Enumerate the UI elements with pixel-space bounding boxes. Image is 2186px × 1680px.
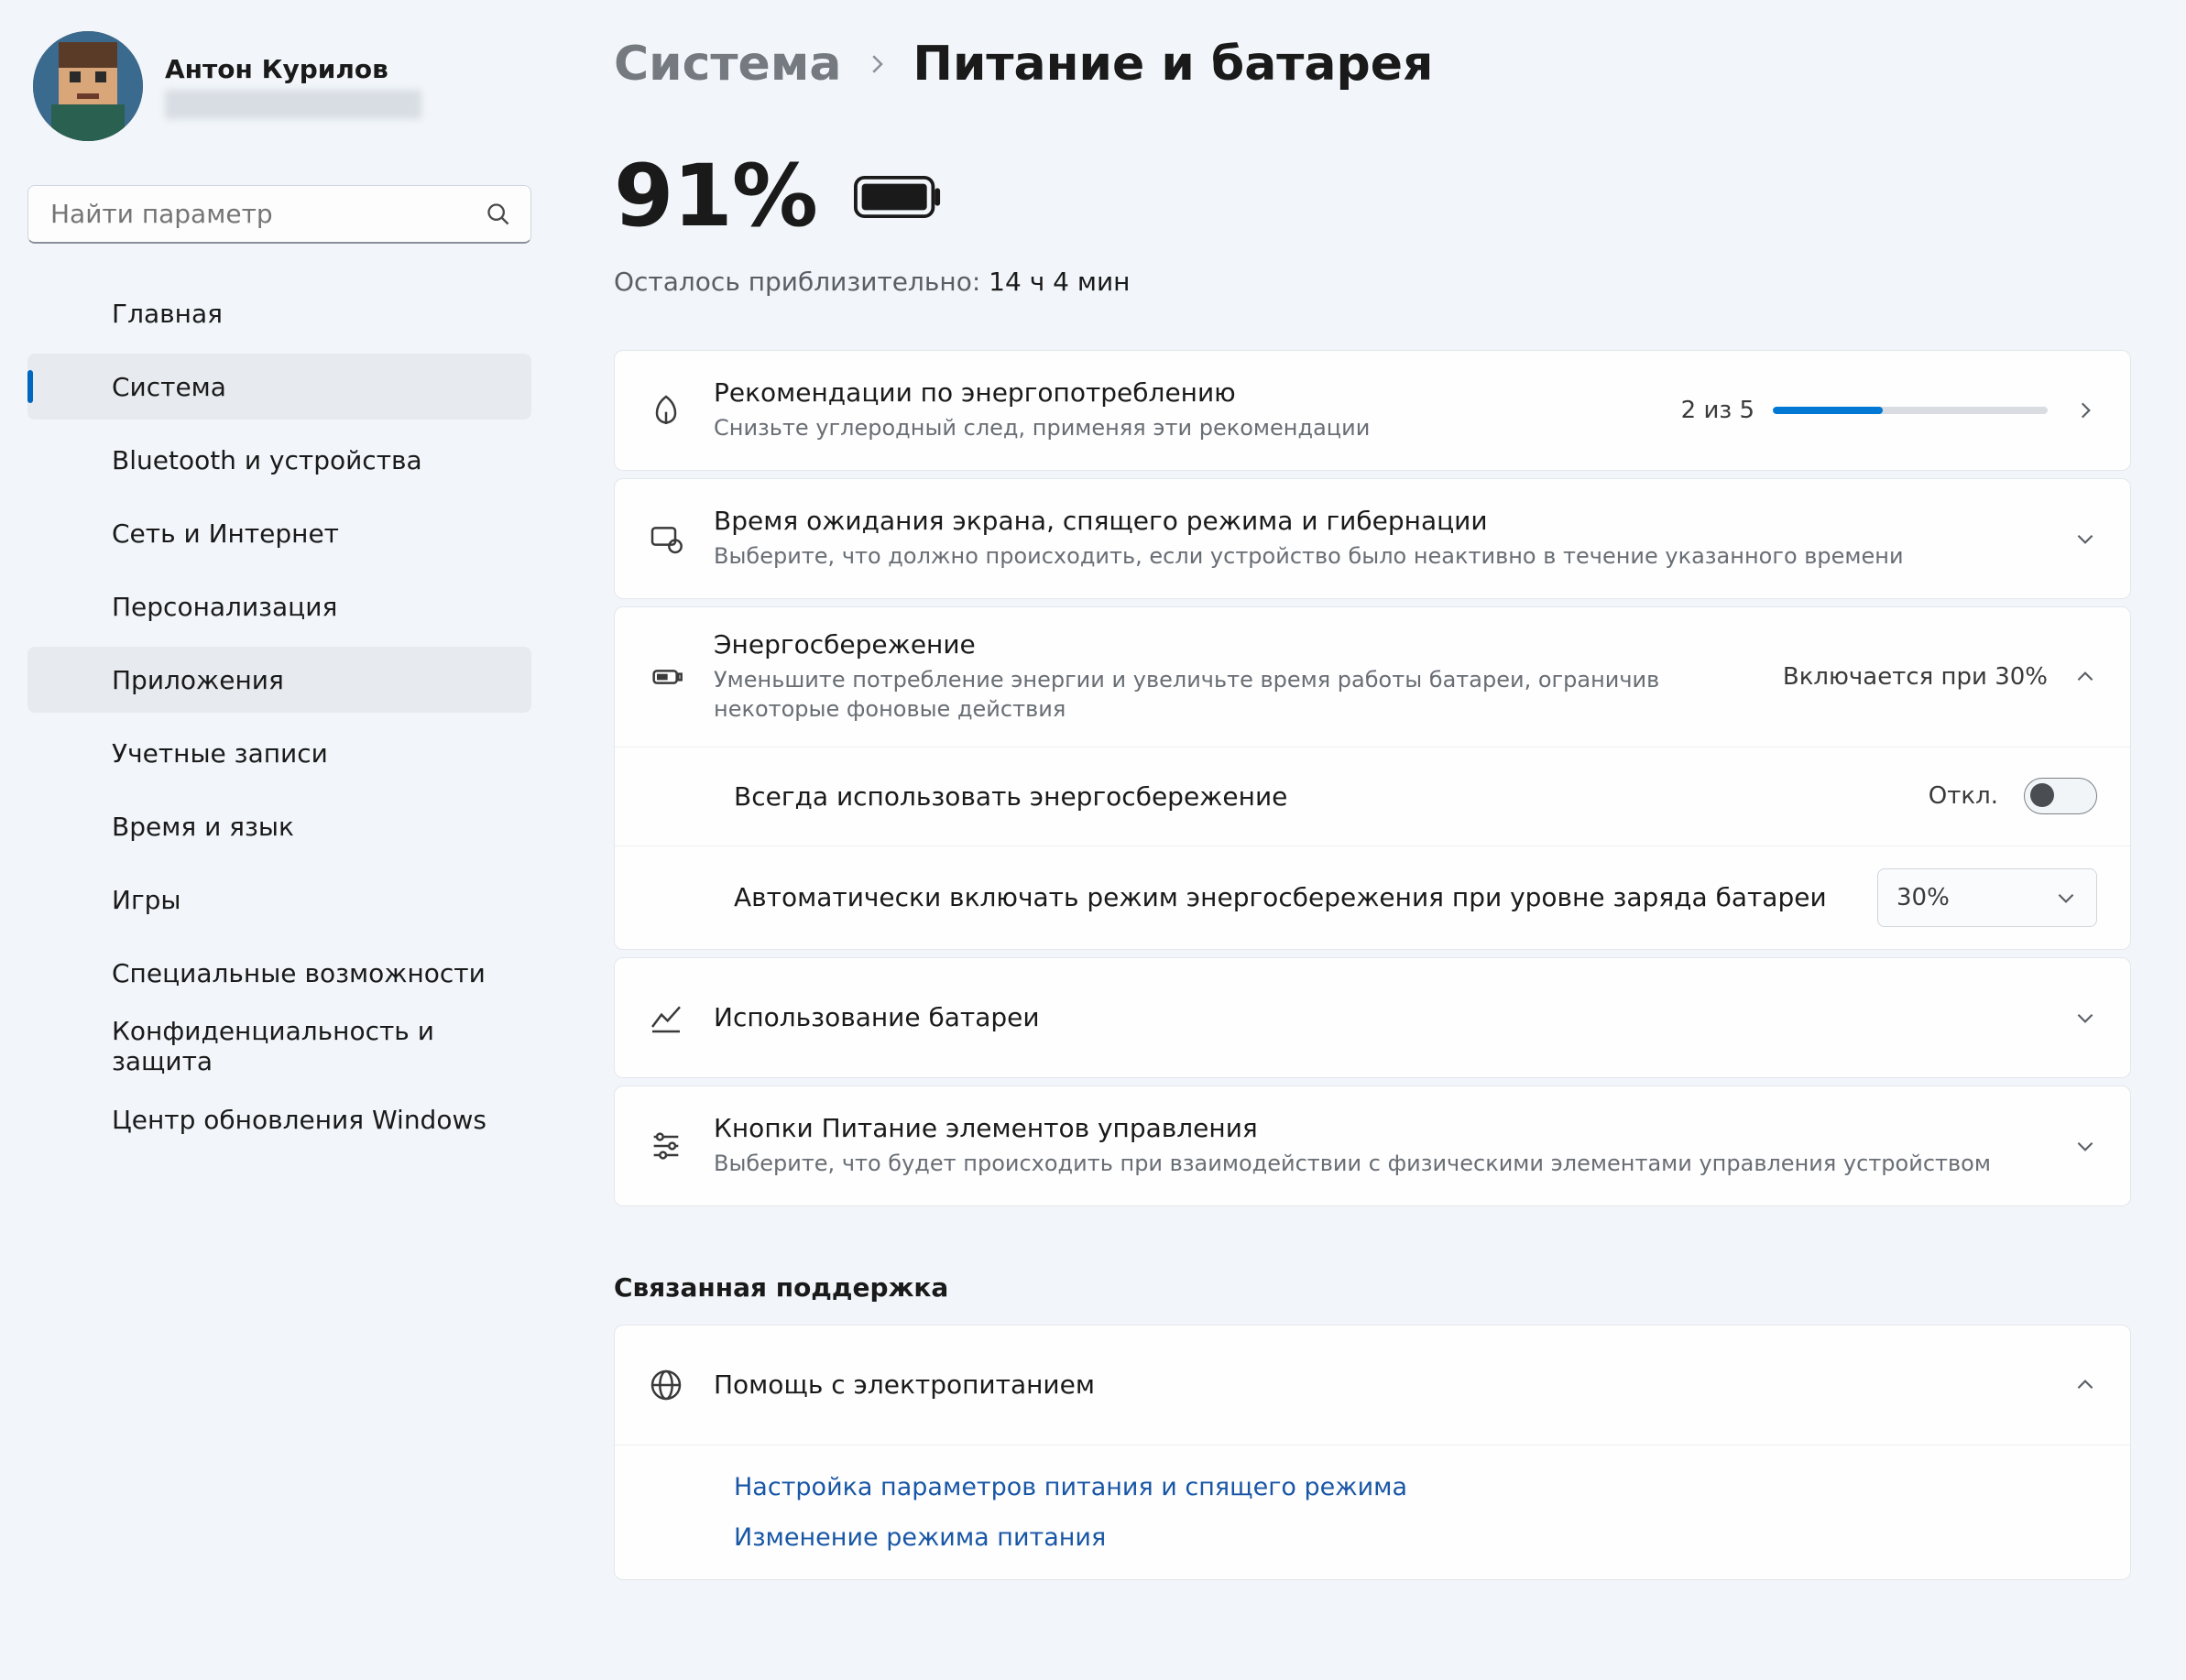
breadcrumb-parent[interactable]: Система	[614, 37, 841, 92]
breadcrumb: Система Питание и батарея	[614, 37, 2131, 92]
sliders-icon	[648, 1128, 684, 1164]
chart-line-icon	[648, 999, 684, 1036]
saver-state: Включается при 30%	[1783, 663, 2048, 691]
nav-label: Приложения	[112, 665, 284, 695]
nav-network[interactable]: Сеть и Интернет	[27, 500, 531, 566]
profile-name: Антон Курилов	[165, 54, 421, 84]
row-help-power[interactable]: Помощь с электропитанием	[615, 1325, 2130, 1445]
profile-email-blurred	[165, 90, 421, 119]
nav-label: Игры	[112, 885, 181, 915]
chevron-down-icon	[2073, 1006, 2097, 1030]
row-energy-recommendations[interactable]: Рекомендации по энергопотреблению Снизьт…	[615, 351, 2130, 470]
nav-label: Время и язык	[112, 812, 294, 842]
nav-home[interactable]: Главная	[27, 280, 531, 346]
row-auto-saver: Автоматически включать режим энергосбере…	[615, 845, 2130, 949]
nav-windows-update[interactable]: Центр обновления Windows	[27, 1086, 531, 1152]
row-title: Автоматически включать режим энергосбере…	[734, 882, 1877, 912]
card-screen-sleep: Время ожидания экрана, спящего режима и …	[614, 478, 2131, 599]
nav-bluetooth[interactable]: Bluetooth и устройства	[27, 427, 531, 493]
chevron-right-icon	[2073, 398, 2097, 422]
row-desc: Уменьшите потребление энергии и увеличьт…	[714, 665, 1783, 725]
row-title: Использование батареи	[714, 1002, 2073, 1032]
support-heading: Связанная поддержка	[614, 1272, 2131, 1303]
nav-label: Система	[112, 372, 226, 402]
chevron-down-icon	[2073, 527, 2097, 551]
row-desc: Выберите, что будет происходить при взаи…	[714, 1149, 2073, 1178]
nav-system[interactable]: Система	[27, 354, 531, 420]
energy-saver-icon	[648, 659, 684, 695]
row-title: Всегда использовать энергосбережение	[734, 781, 1929, 812]
nav-apps[interactable]: Приложения	[27, 647, 531, 713]
card-power-controls: Кнопки Питание элементов управления Выбе…	[614, 1085, 2131, 1206]
row-title: Помощь с электропитанием	[714, 1369, 2073, 1400]
row-title: Кнопки Питание элементов управления	[714, 1113, 2073, 1143]
screen-sleep-icon	[648, 520, 684, 557]
row-screen-sleep[interactable]: Время ожидания экрана, спящего режима и …	[615, 479, 2130, 598]
row-always-saver: Всегда использовать энергосбережение Отк…	[615, 747, 2130, 845]
nav-label: Персонализация	[112, 592, 337, 622]
help-links: Настройка параметров питания и спящего р…	[615, 1445, 2130, 1579]
search-input[interactable]	[27, 185, 531, 244]
link-configure-power-sleep[interactable]: Настройка параметров питания и спящего р…	[734, 1473, 2097, 1501]
leaf-icon	[648, 392, 684, 429]
select-value: 30%	[1896, 884, 1950, 911]
eta-value: 14 ч 4 мин	[989, 267, 1130, 297]
progress-bar	[1773, 407, 2048, 414]
battery-summary: 91%	[614, 147, 2131, 246]
rec-progress: 2 из 5	[1681, 397, 2048, 424]
nav-label: Bluetooth и устройства	[112, 445, 422, 475]
always-saver-toggle[interactable]	[2024, 778, 2097, 814]
row-power-controls[interactable]: Кнопки Питание элементов управления Выбе…	[615, 1086, 2130, 1205]
nav-time-language[interactable]: Время и язык	[27, 793, 531, 859]
search-icon	[486, 202, 511, 227]
sidebar: Антон Курилов Главная Система Bluetooth …	[0, 0, 559, 1680]
nav-accessibility[interactable]: Специальные возможности	[27, 940, 531, 1006]
nav-label: Конфиденциальность и защита	[112, 1016, 531, 1076]
nav-label: Учетные записи	[112, 738, 328, 769]
card-energy-saver: Энергосбережение Уменьшите потребление э…	[614, 606, 2131, 950]
row-battery-usage[interactable]: Использование батареи	[615, 958, 2130, 1077]
nav-list: Главная Система Bluetooth и устройства С…	[27, 280, 531, 1152]
search-container	[27, 185, 531, 244]
card-battery-usage: Использование батареи	[614, 957, 2131, 1078]
profile[interactable]: Антон Курилов	[27, 31, 531, 167]
nav-gaming[interactable]: Игры	[27, 867, 531, 933]
nav-label: Сеть и Интернет	[112, 518, 339, 549]
nav-personalization[interactable]: Персонализация	[27, 573, 531, 639]
row-desc: Выберите, что должно происходить, если у…	[714, 541, 2073, 571]
nav-label: Главная	[112, 299, 223, 329]
chevron-down-icon	[2073, 1134, 2097, 1158]
content: Система Питание и батарея 91% Осталось п…	[559, 0, 2186, 1680]
avatar	[33, 31, 143, 141]
row-title: Рекомендации по энергопотреблению	[714, 377, 1681, 408]
link-change-power-mode[interactable]: Изменение режима питания	[734, 1523, 2097, 1552]
card-energy-recommendations: Рекомендации по энергопотреблению Снизьт…	[614, 350, 2131, 471]
nav-privacy[interactable]: Конфиденциальность и защита	[27, 1013, 531, 1079]
battery-eta: Осталось приблизительно: 14 ч 4 мин	[614, 267, 2131, 297]
row-energy-saver[interactable]: Энергосбережение Уменьшите потребление э…	[615, 607, 2130, 747]
row-title: Энергосбережение	[714, 629, 1783, 660]
rec-progress-label: 2 из 5	[1681, 397, 1754, 424]
nav-label: Центр обновления Windows	[112, 1105, 486, 1135]
nav-accounts[interactable]: Учетные записи	[27, 720, 531, 786]
row-title: Время ожидания экрана, спящего режима и …	[714, 506, 2073, 536]
chevron-up-icon	[2073, 665, 2097, 689]
auto-saver-select[interactable]: 30%	[1877, 868, 2097, 927]
globe-icon	[648, 1367, 684, 1403]
breadcrumb-current: Питание и батарея	[913, 37, 1433, 92]
chevron-down-icon	[2054, 886, 2078, 910]
toggle-state-label: Откл.	[1929, 782, 1998, 810]
eta-prefix: Осталось приблизительно:	[614, 267, 980, 297]
chevron-right-icon	[863, 50, 891, 78]
row-desc: Снизьте углеродный след, применяя эти ре…	[714, 413, 1681, 442]
nav-label: Специальные возможности	[112, 958, 486, 988]
battery-icon	[854, 175, 942, 219]
chevron-up-icon	[2073, 1373, 2097, 1397]
battery-percent: 91%	[614, 147, 817, 246]
card-help-power: Помощь с электропитанием Настройка парам…	[614, 1325, 2131, 1580]
